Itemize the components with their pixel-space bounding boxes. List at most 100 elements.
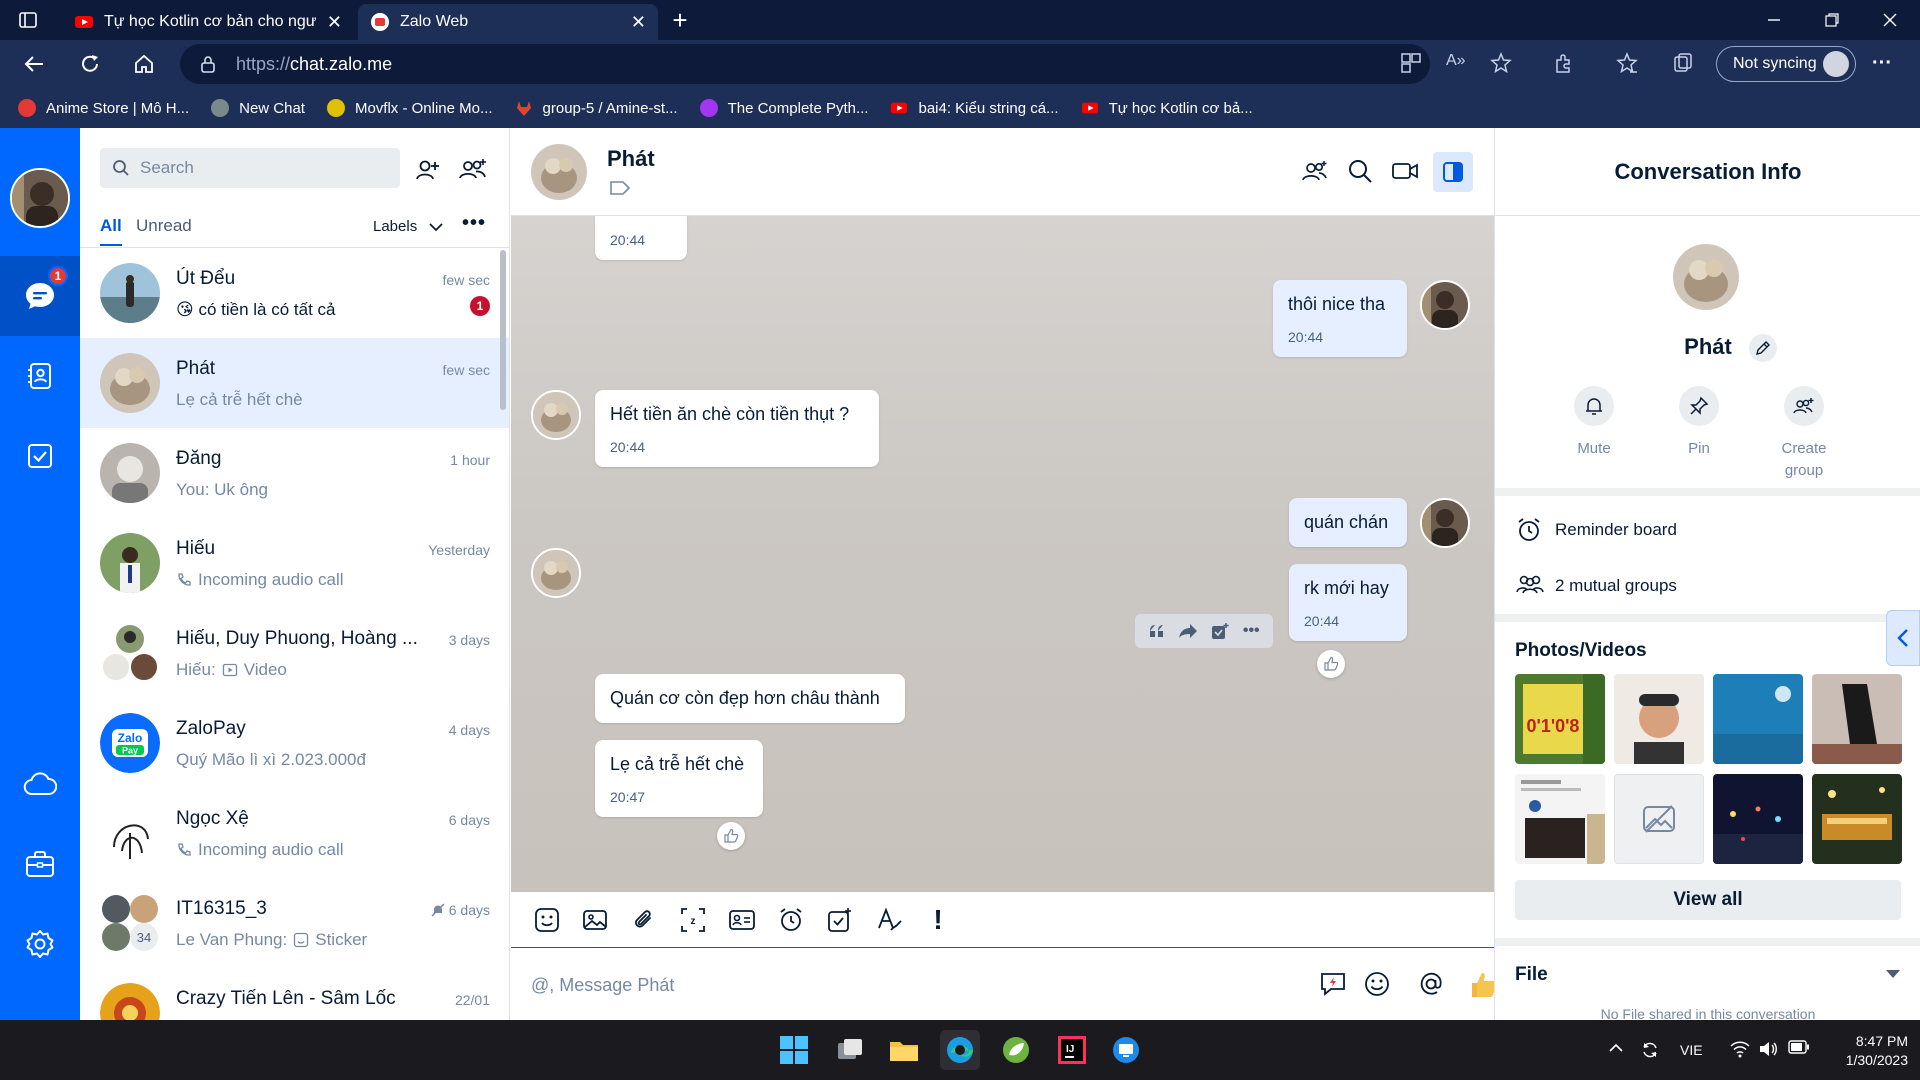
- message-bubble-mine[interactable]: thôi nice tha 20:44: [1273, 280, 1407, 357]
- extensions-icon[interactable]: [1552, 52, 1576, 76]
- create-group-button[interactable]: Create group: [1754, 386, 1854, 482]
- avatar[interactable]: [1673, 244, 1739, 310]
- chevron-up-icon[interactable]: [1608, 1040, 1628, 1060]
- media-thumbnail-placeholder[interactable]: [1614, 774, 1704, 864]
- mention-icon[interactable]: [1417, 970, 1447, 1000]
- nav-settings[interactable]: [0, 904, 80, 984]
- add-favorite-icon[interactable]: [1490, 52, 1514, 76]
- conversation-item[interactable]: 34 IT16315_3 6 days Le Van Phung: Sticke…: [80, 878, 509, 968]
- language-indicator[interactable]: VIE: [1680, 1042, 1703, 1058]
- wifi-icon[interactable]: [1730, 1040, 1750, 1060]
- section-title[interactable]: Photos/Videos: [1515, 640, 1647, 662]
- clock[interactable]: 8:47 PM 1/30/2023: [1828, 1032, 1908, 1070]
- bookmark-bai4[interactable]: bai4: Kiểu string cá...: [890, 99, 1059, 117]
- media-thumbnail[interactable]: [1713, 774, 1803, 864]
- conversation-item[interactable]: Út Đểu few sec 😘 có tiền là có tất cả 1: [80, 248, 509, 338]
- reminder-board-link[interactable]: Reminder board: [1515, 516, 1677, 544]
- bookmark-new-chat[interactable]: New Chat: [211, 99, 305, 117]
- favorites-icon[interactable]: [1616, 52, 1640, 76]
- conversation-item[interactable]: Zalo Pay ZaloPay 4 days Quý Mão lì xì 2.0…: [80, 698, 509, 788]
- add-friend-icon[interactable]: [414, 156, 442, 184]
- app-available-icon[interactable]: [1400, 52, 1424, 76]
- assign-task-icon[interactable]: [824, 904, 856, 936]
- tag-icon[interactable]: [609, 180, 631, 196]
- media-thumbnail[interactable]: 0'1'0'8: [1515, 674, 1605, 764]
- back-icon[interactable]: [20, 50, 48, 78]
- format-text-icon[interactable]: [873, 904, 905, 936]
- bookmark-udemy[interactable]: The Complete Pyth...: [699, 99, 868, 117]
- edit-name-button[interactable]: [1749, 334, 1777, 362]
- nav-contacts[interactable]: [0, 336, 80, 416]
- start-icon[interactable]: [774, 1030, 814, 1070]
- message-bubble[interactable]: Hết tiền ăn chè còn tiền thụt ? 20:44: [595, 390, 879, 467]
- nav-messages[interactable]: 1: [0, 256, 80, 336]
- mute-button[interactable]: Mute: [1544, 386, 1644, 460]
- more-icon[interactable]: •••: [1239, 619, 1263, 643]
- nav-tools[interactable]: [0, 824, 80, 904]
- message-bubble-mine[interactable]: rk mới hay 20:44: [1289, 564, 1407, 641]
- toggle-info-panel-button[interactable]: [1433, 152, 1473, 192]
- bookmark-gitlab[interactable]: group-5 / Amine-st...: [515, 99, 678, 117]
- file-explorer-icon[interactable]: [884, 1030, 924, 1070]
- close-window-icon[interactable]: [1876, 6, 1904, 34]
- browser-tab-kotlin[interactable]: Tự học Kotlin cơ bản cho người mới ✕: [62, 4, 354, 40]
- labels-dropdown[interactable]: Labels: [373, 218, 443, 235]
- avatar[interactable]: [531, 144, 587, 200]
- bookmark-movflx[interactable]: Movflx - Online Mo...: [326, 99, 493, 117]
- mutual-groups-link[interactable]: 2 mutual groups: [1515, 572, 1677, 600]
- quick-message-icon[interactable]: [1319, 970, 1349, 1000]
- view-all-button[interactable]: View all: [1515, 880, 1901, 920]
- bookmark-kotlin[interactable]: Tự học Kotlin cơ bả...: [1081, 99, 1253, 117]
- tab-all[interactable]: All: [100, 216, 122, 246]
- attachment-icon[interactable]: [628, 904, 660, 936]
- conversation-item[interactable]: Ngọc Xệ 6 days Incoming audio call: [80, 788, 509, 878]
- chevron-down-icon[interactable]: [1885, 968, 1901, 984]
- like-reaction-button[interactable]: [1317, 650, 1345, 678]
- add-to-group-icon[interactable]: [1301, 158, 1329, 186]
- conversation-item[interactable]: Crazy Tiến Lên - Sâm Lốc 22/01: [80, 968, 509, 1020]
- add-task-icon[interactable]: [1208, 619, 1232, 643]
- my-avatar[interactable]: [1420, 280, 1470, 330]
- message-bubble-mine[interactable]: quán chán: [1289, 498, 1407, 547]
- message-bubble[interactable]: Quán cơ còn đẹp hơn châu thành: [595, 674, 905, 723]
- conversation-item[interactable]: Hiếu, Duy Phuong, Hoàng ... 3 days Hiếu:…: [80, 608, 509, 698]
- chat-title[interactable]: Phát: [607, 146, 655, 172]
- collections-icon[interactable]: [1672, 52, 1696, 76]
- media-thumbnail[interactable]: [1812, 774, 1902, 864]
- section-title[interactable]: File: [1515, 964, 1548, 986]
- conversation-item[interactable]: Hiếu Yesterday Incoming audio call: [80, 518, 509, 608]
- collapse-panel-handle[interactable]: [1886, 610, 1920, 666]
- more-options-button[interactable]: •••: [462, 212, 486, 235]
- create-group-icon[interactable]: [458, 156, 486, 184]
- nav-todo[interactable]: [0, 416, 80, 496]
- restore-icon[interactable]: [1818, 6, 1846, 34]
- avatar[interactable]: [531, 390, 581, 440]
- spring-tool-icon[interactable]: [996, 1030, 1036, 1070]
- media-thumbnail[interactable]: [1515, 774, 1605, 864]
- more-menu-icon[interactable]: ···: [1872, 52, 1896, 76]
- message-bubble[interactable]: Lẹ cả trễ hết chè 20:47: [595, 740, 763, 817]
- remote-desktop-icon[interactable]: [1106, 1030, 1146, 1070]
- search-input[interactable]: Search: [100, 148, 400, 188]
- quote-icon[interactable]: [1145, 619, 1169, 643]
- battery-icon[interactable]: [1788, 1040, 1809, 1060]
- like-reaction-button[interactable]: [717, 822, 745, 850]
- pin-button[interactable]: Pin: [1649, 386, 1749, 460]
- media-thumbnail[interactable]: [1812, 674, 1902, 764]
- task-view-icon[interactable]: [830, 1030, 870, 1070]
- minimize-icon[interactable]: [1760, 6, 1788, 34]
- search-icon[interactable]: [1347, 158, 1375, 186]
- business-card-icon[interactable]: [726, 904, 758, 936]
- important-message-button[interactable]: !: [922, 904, 954, 936]
- avatar[interactable]: [531, 548, 581, 598]
- emoji-icon[interactable]: [1363, 970, 1393, 1000]
- conversation-item[interactable]: Phát few sec Lẹ cả trễ hết chè: [80, 338, 509, 428]
- nav-cloud[interactable]: [0, 744, 80, 824]
- bookmark-anime-store[interactable]: Anime Store | Mô H...: [18, 99, 189, 117]
- conversation-item[interactable]: Đăng 1 hour You: Uk ông: [80, 428, 509, 518]
- edge-browser-icon[interactable]: [940, 1030, 980, 1070]
- read-aloud-icon[interactable]: A»: [1446, 52, 1470, 76]
- message-bubble[interactable]: 20:44: [595, 216, 687, 260]
- scrollbar[interactable]: [500, 250, 506, 410]
- media-thumbnail[interactable]: [1713, 674, 1803, 764]
